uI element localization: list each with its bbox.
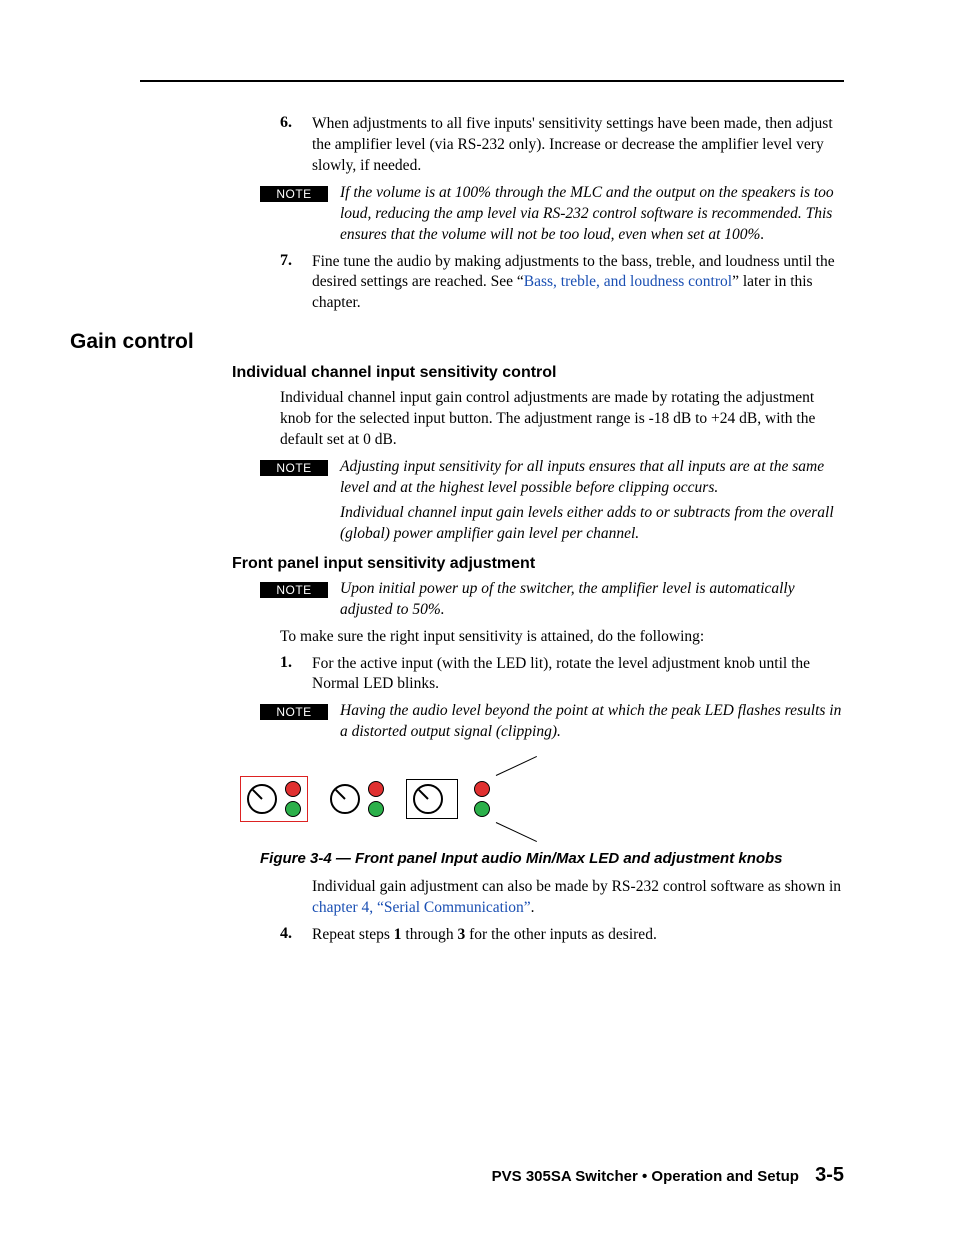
- figure-caption: Figure 3-4 — Front panel Input audio Min…: [260, 849, 844, 869]
- led-stack: [285, 781, 301, 817]
- step-number: 4.: [280, 925, 312, 946]
- knob-group-highlighted: [240, 776, 308, 822]
- page-footer: PVS 305SA Switcher • Operation and Setup…: [492, 1164, 844, 1187]
- note-badge: NOTE: [260, 582, 328, 598]
- step-number: 1.: [280, 654, 312, 696]
- step-number: 6.: [280, 114, 312, 177]
- step-text-part: Repeat steps: [312, 926, 394, 943]
- note-line: Adjusting input sensitivity for all inpu…: [340, 457, 844, 499]
- document-page: 6. When adjustments to all five inputs' …: [0, 0, 954, 1235]
- note: NOTE Adjusting input sensitivity for all…: [260, 457, 844, 545]
- led-stack: [368, 781, 384, 817]
- note-badge: NOTE: [260, 460, 328, 476]
- body-column: 6. When adjustments to all five inputs' …: [280, 114, 844, 314]
- step-ref: 1: [394, 926, 402, 943]
- knob-group-boxed: [406, 779, 458, 819]
- footer-page-number: 3-5: [815, 1164, 844, 1186]
- body-column: Individual channel input sensitivity con…: [280, 364, 844, 946]
- peak-led-icon: [474, 781, 490, 797]
- note: NOTE Upon initial power up of the switch…: [260, 579, 844, 621]
- paragraph-part: .: [531, 899, 535, 916]
- note-line: Individual channel input gain levels eit…: [340, 503, 844, 545]
- note-text: Adjusting input sensitivity for all inpu…: [340, 457, 844, 545]
- adjustment-knob-icon: [330, 784, 360, 814]
- step-number: 7.: [280, 252, 312, 315]
- adjustment-knob-icon: [247, 784, 277, 814]
- paragraph: Individual gain adjustment can also be m…: [312, 877, 844, 919]
- paragraph: Individual channel input gain control ad…: [280, 388, 844, 451]
- paragraph-part: Individual gain adjustment can also be m…: [312, 878, 841, 895]
- normal-led-icon: [474, 801, 490, 817]
- note-badge: NOTE: [260, 186, 328, 202]
- note-badge: NOTE: [260, 704, 328, 720]
- cross-reference-link[interactable]: Bass, treble, and loudness control: [524, 273, 732, 290]
- knob-group: [324, 777, 390, 821]
- step-text: When adjustments to all five inputs' sen…: [312, 114, 844, 177]
- heading-gain-control: Gain control: [70, 330, 844, 354]
- list-item: 6. When adjustments to all five inputs' …: [280, 114, 844, 177]
- paragraph: To make sure the right input sensitivity…: [280, 627, 844, 648]
- step-text-part: through: [402, 926, 458, 943]
- note-text: Upon initial power up of the switcher, t…: [340, 579, 844, 621]
- peak-led-icon: [368, 781, 384, 797]
- normal-led-icon: [285, 801, 301, 817]
- note-text: If the volume is at 100% through the MLC…: [340, 183, 844, 246]
- list-item: 4. Repeat steps 1 through 3 for the othe…: [280, 925, 844, 946]
- led-stack: [474, 781, 490, 817]
- cross-reference-link[interactable]: chapter 4, “Serial Communication”: [312, 899, 531, 916]
- note-text: Having the audio level beyond the point …: [340, 701, 844, 743]
- note: NOTE If the volume is at 100% through th…: [260, 183, 844, 246]
- footer-title: PVS 305SA Switcher • Operation and Setup: [492, 1168, 799, 1185]
- header-rule: [140, 80, 844, 82]
- note: NOTE Having the audio level beyond the p…: [260, 701, 844, 743]
- step-text: For the active input (with the LED lit),…: [312, 654, 844, 696]
- heading-front-panel-adjustment: Front panel input sensitivity adjustment: [232, 555, 844, 573]
- callout-lines-icon: [498, 769, 528, 829]
- peak-led-icon: [285, 781, 301, 797]
- figure-3-4: [232, 759, 844, 839]
- heading-individual-sensitivity: Individual channel input sensitivity con…: [232, 364, 844, 382]
- figure-illustration: [232, 759, 844, 839]
- adjustment-knob-icon: [413, 784, 443, 814]
- list-item: 1. For the active input (with the LED li…: [280, 654, 844, 696]
- list-item: 7. Fine tune the audio by making adjustm…: [280, 252, 844, 315]
- step-text: Fine tune the audio by making adjustment…: [312, 252, 844, 315]
- step-text-part: for the other inputs as desired.: [465, 926, 657, 943]
- step-text: Repeat steps 1 through 3 for the other i…: [312, 925, 844, 946]
- knob-group: [474, 765, 534, 833]
- normal-led-icon: [368, 801, 384, 817]
